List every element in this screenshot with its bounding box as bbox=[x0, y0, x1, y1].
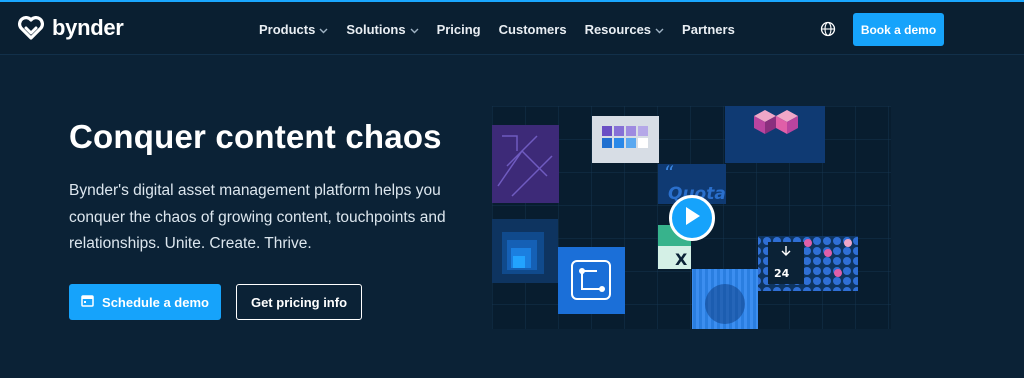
schedule-demo-label: Schedule a demo bbox=[102, 294, 209, 310]
nav-customers-label: Customers bbox=[498, 21, 567, 37]
cubes-tile bbox=[725, 106, 825, 163]
workflow-tile bbox=[558, 247, 625, 314]
nav-products-label: Products bbox=[259, 21, 316, 37]
nav-partners-label: Partners bbox=[682, 21, 735, 37]
site-header: bynder Products Solutions Pricing Custom… bbox=[0, 2, 1024, 55]
chevron-down-icon bbox=[655, 22, 664, 37]
book-demo-button[interactable]: Book a demo bbox=[853, 13, 944, 46]
concentric-squares-tile bbox=[492, 219, 558, 283]
calendar-icon bbox=[81, 294, 94, 310]
nav-resources[interactable]: Resources bbox=[585, 19, 664, 39]
bynder-logo-icon bbox=[18, 16, 44, 40]
nav-pricing[interactable]: Pricing bbox=[437, 19, 481, 39]
nav-pricing-label: Pricing bbox=[436, 21, 481, 37]
play-video-button[interactable] bbox=[669, 195, 715, 241]
nav-solutions[interactable]: Solutions bbox=[346, 19, 419, 39]
schedule-demo-button[interactable]: Schedule a demo bbox=[69, 284, 221, 320]
main-nav: Products Solutions Pricing Customers Res… bbox=[259, 19, 753, 39]
purple-abstract-tile bbox=[492, 125, 559, 203]
svg-text:“: “ bbox=[664, 161, 674, 185]
globe-icon[interactable] bbox=[820, 21, 836, 42]
palette-card-tile bbox=[592, 116, 659, 163]
hero-title: Conquer content chaos bbox=[69, 118, 442, 155]
dotted-pattern-tile: 24 bbox=[758, 236, 858, 291]
nav-partners[interactable]: Partners bbox=[682, 19, 735, 39]
play-icon bbox=[683, 206, 701, 231]
nav-products[interactable]: Products bbox=[259, 19, 328, 39]
pricing-info-label: Get pricing info bbox=[250, 294, 348, 310]
pricing-info-button[interactable]: Get pricing info bbox=[236, 284, 362, 320]
chevron-down-icon bbox=[319, 22, 328, 37]
logo-wordmark: bynder bbox=[52, 15, 124, 40]
nav-resources-label: Resources bbox=[584, 21, 652, 37]
bynder-logo[interactable]: bynder bbox=[16, 16, 124, 40]
striped-tile bbox=[692, 269, 758, 329]
nav-customers[interactable]: Customers bbox=[499, 19, 567, 39]
spreadsheet-letter: X bbox=[675, 250, 688, 269]
badge-number: 24 bbox=[774, 267, 790, 280]
nav-solutions-label: Solutions bbox=[346, 21, 406, 37]
hero-description: Bynder's digital asset management platfo… bbox=[69, 182, 446, 252]
chevron-down-icon bbox=[410, 22, 419, 37]
